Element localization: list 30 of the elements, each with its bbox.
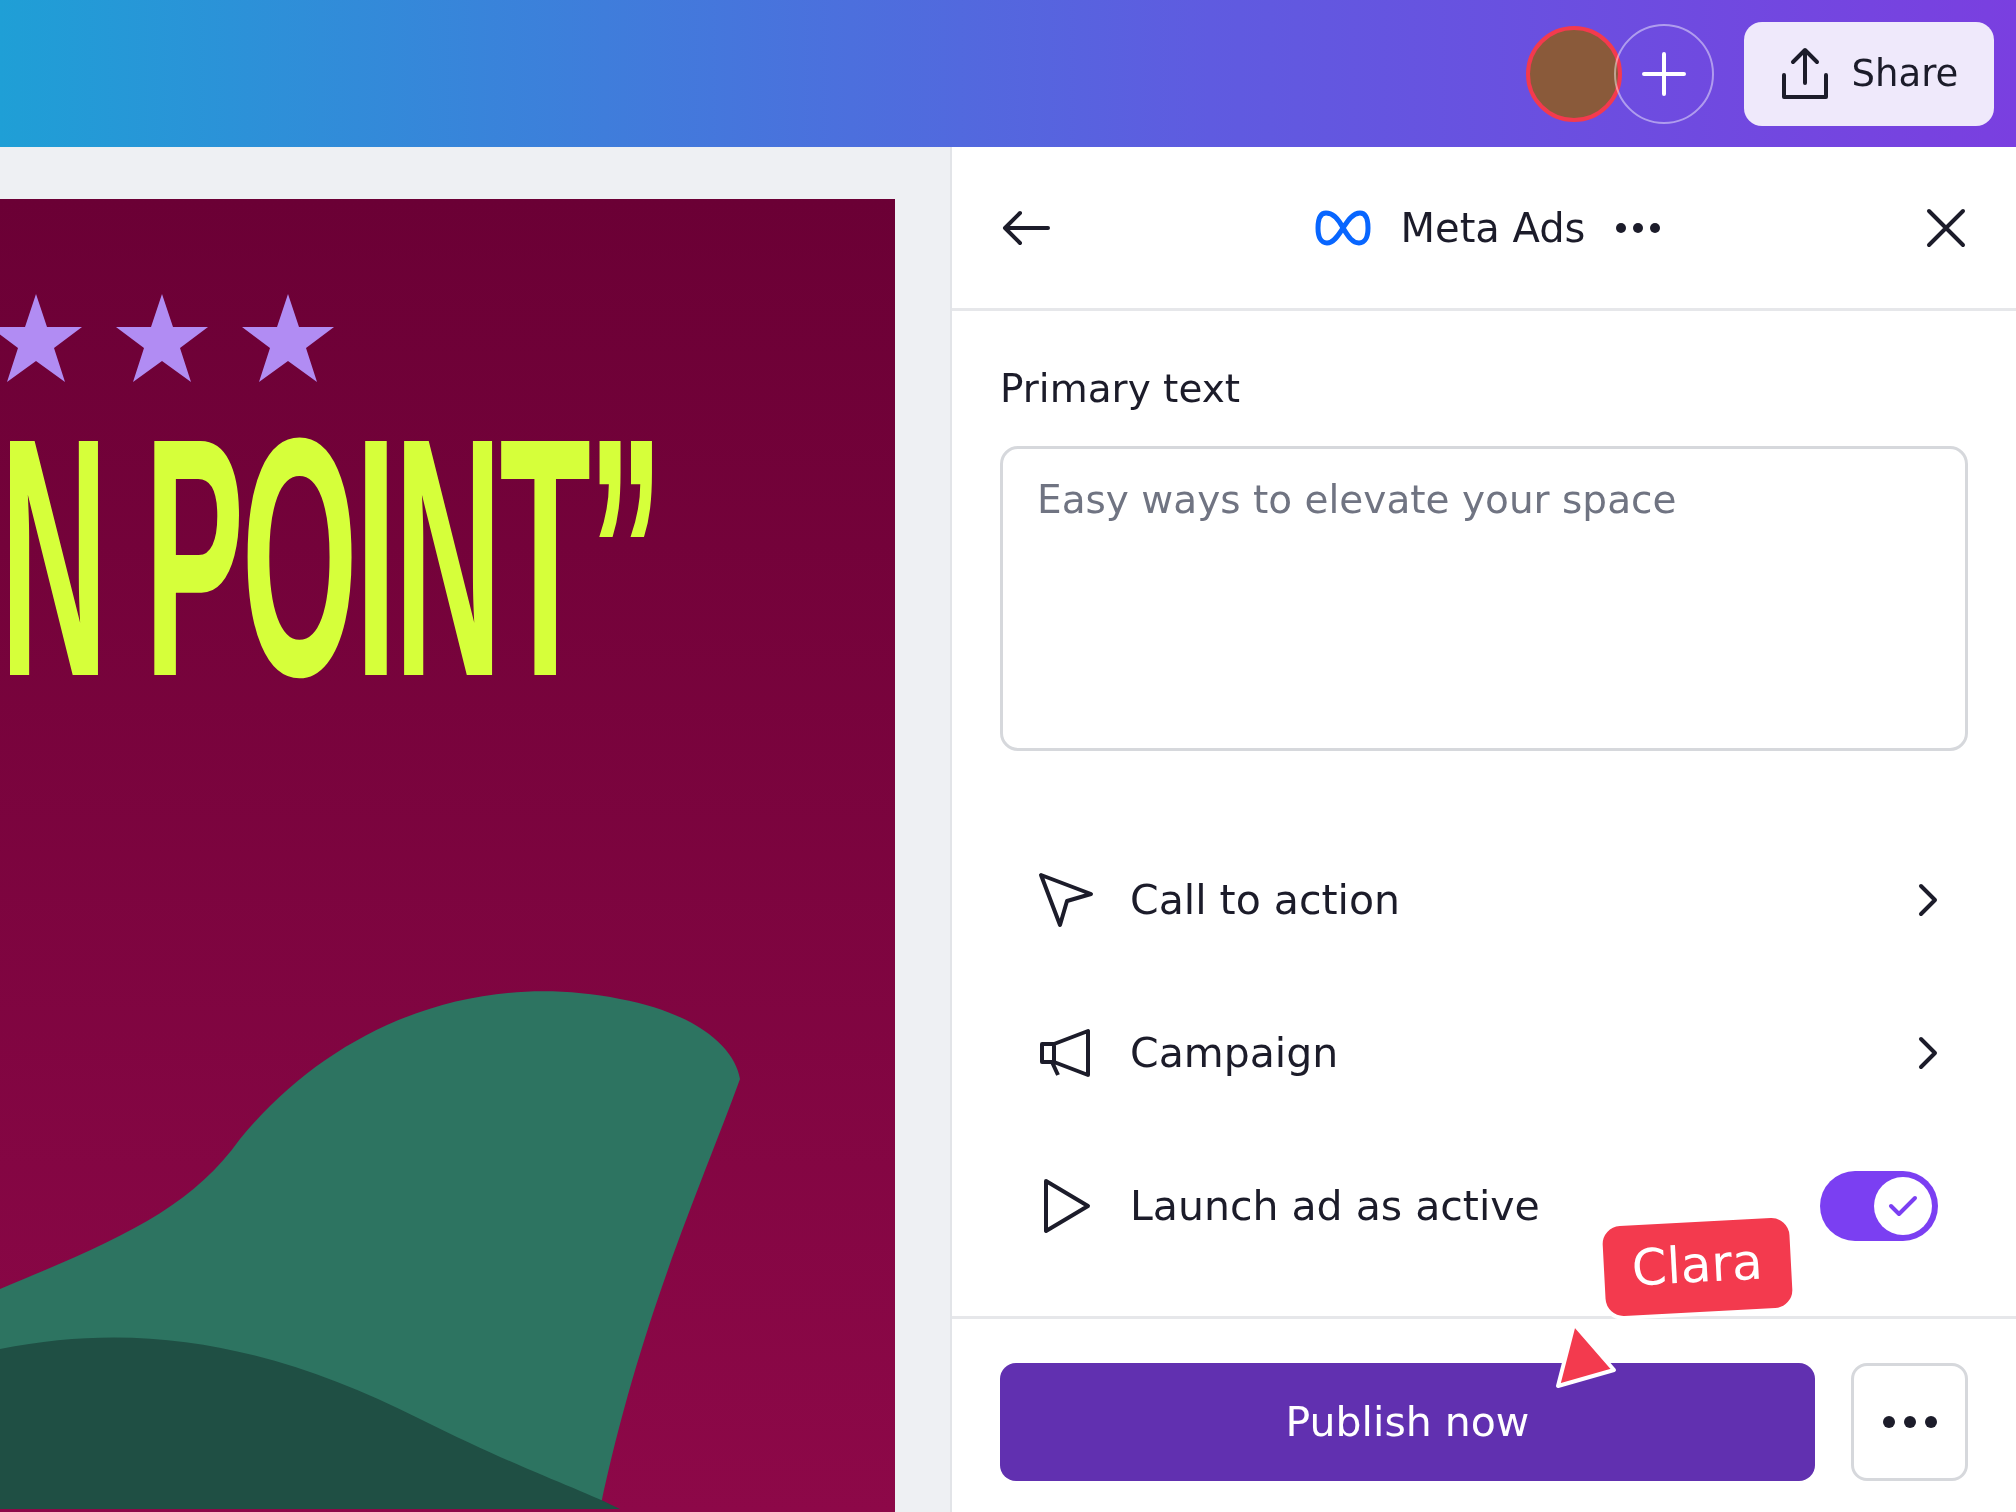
infinity-logo-icon	[1314, 209, 1371, 246]
back-button[interactable]	[1002, 209, 1050, 246]
plus-icon	[1642, 51, 1686, 96]
check-icon	[1888, 1193, 1918, 1218]
back-arrow-icon	[1002, 209, 1050, 246]
headline: N POINT”	[0, 392, 661, 722]
more-actions-button[interactable]	[1851, 1363, 1968, 1481]
option-label: Launch ad as active	[1130, 1181, 1541, 1230]
chevron-right-icon	[1918, 882, 1938, 917]
pointer-icon	[1038, 871, 1094, 928]
more-icon	[1881, 1415, 1938, 1429]
share-button[interactable]: Share	[1744, 21, 1994, 126]
more-options-button[interactable]	[1615, 221, 1662, 234]
add-collaborator-button[interactable]	[1614, 23, 1714, 124]
primary-text-field[interactable]: Easy ways to elevate your space	[1000, 446, 1968, 751]
close-button[interactable]	[1926, 207, 1966, 248]
more-icon	[1615, 221, 1662, 234]
star-icon	[116, 294, 208, 382]
star-icon	[242, 294, 334, 382]
close-icon	[1926, 207, 1966, 248]
chevron-right-icon	[1918, 1035, 1938, 1070]
option-row[interactable]: Campaign	[1000, 976, 1968, 1129]
option-label: Call to action	[1130, 875, 1401, 924]
field-label: Primary text	[1000, 366, 1242, 411]
star-icon	[0, 294, 82, 382]
share-icon	[1779, 46, 1830, 101]
panel-title: Meta Ads	[1400, 204, 1586, 251]
option-row[interactable]: Call to action	[1000, 823, 1968, 976]
publish-button[interactable]: Publish now	[1000, 1363, 1815, 1481]
option-label: Campaign	[1130, 1028, 1340, 1077]
